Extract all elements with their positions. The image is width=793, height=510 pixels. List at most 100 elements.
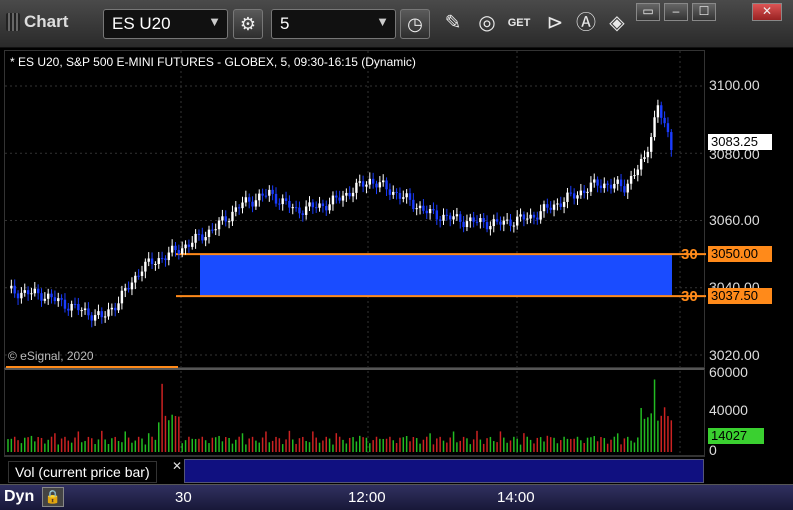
candle-body (660, 105, 663, 118)
dynamic-mode-label[interactable]: Dyn (4, 488, 34, 506)
candle-body (653, 117, 656, 138)
candle-body (114, 307, 117, 311)
copyright-text: © eSignal, 2020 (8, 349, 94, 363)
candle-body (328, 204, 331, 211)
candle-body (57, 298, 60, 302)
chart-canvas (5, 51, 706, 455)
candle-body (107, 309, 110, 317)
candle-body (304, 206, 308, 215)
candle-body (211, 229, 214, 231)
candle-body (26, 290, 30, 295)
candle-body (382, 180, 385, 183)
candle-body (542, 204, 546, 212)
candle-body (616, 179, 619, 184)
candle-body (455, 214, 459, 217)
price-label: 3100.00 (709, 77, 760, 93)
candle-body (405, 193, 408, 198)
symbol-info: * ES U20, S&P 500 E-MINI FUTURES - GLOBE… (10, 55, 416, 69)
candle-body (361, 181, 365, 187)
candle-body (345, 192, 348, 196)
candle-body (449, 215, 452, 220)
candle-body (268, 189, 271, 196)
candle-body (93, 315, 97, 321)
candle-body (70, 303, 73, 311)
time-axis[interactable]: Dyn 🔒 30 12:00 14:00 (0, 484, 793, 510)
candle-body (144, 261, 147, 272)
candle-body (516, 216, 519, 226)
candle-body (117, 303, 120, 311)
candle-body (579, 190, 583, 196)
candle-body (278, 203, 281, 205)
candle-body (110, 307, 114, 310)
candle-body (603, 183, 606, 189)
candle-body (438, 219, 442, 221)
candle-body (549, 207, 552, 210)
candle-body (251, 201, 254, 207)
candle-body (512, 225, 516, 227)
candle-body (348, 192, 351, 197)
candle-body (546, 204, 549, 208)
candle-body (425, 210, 428, 214)
candle-body (650, 137, 653, 152)
candle-body (87, 308, 90, 316)
last-price-tag: 3083.25 (708, 134, 772, 150)
candle-body (526, 218, 529, 220)
candle-body (284, 198, 288, 201)
candle-body (174, 245, 177, 251)
candle-body (566, 192, 569, 202)
candle-body (656, 105, 660, 118)
study-panel[interactable] (184, 459, 704, 483)
candle-body (509, 219, 512, 226)
candle-body (134, 275, 137, 283)
candle-body (435, 210, 438, 220)
candle-body (375, 183, 378, 188)
candle-body (137, 275, 140, 277)
volume-study-label[interactable]: Vol (current price bar) (8, 461, 157, 483)
candle-body (415, 208, 418, 210)
candle-body (639, 158, 643, 170)
candle-body (341, 195, 345, 201)
candle-body (73, 303, 77, 305)
candle-body (492, 219, 495, 227)
candle-body (288, 200, 291, 208)
candle-body (599, 185, 603, 189)
candle-body (60, 298, 63, 300)
candle-body (629, 175, 633, 184)
candle-body (191, 242, 194, 247)
candle-body (576, 195, 579, 199)
candle-body (308, 202, 311, 207)
volume-label: 0 (709, 442, 717, 458)
candle-body (30, 293, 33, 295)
candle-body (502, 220, 505, 225)
candle-body (90, 315, 93, 321)
candle-body (301, 213, 304, 215)
candle-body (197, 233, 201, 235)
candle-body (593, 179, 596, 183)
candle-body (50, 293, 53, 298)
candle-body (663, 117, 666, 124)
candle-body (100, 311, 103, 318)
candle-body (489, 226, 492, 230)
candle-body (485, 222, 489, 230)
candle-body (335, 195, 338, 198)
candle-body (248, 197, 251, 202)
candle-body (224, 216, 227, 222)
candle-body (633, 175, 636, 177)
time-label: 30 (175, 489, 192, 506)
candle-body (539, 211, 542, 220)
candle-body (221, 216, 224, 221)
candle-body (613, 183, 616, 189)
study-close-icon[interactable]: ✕ (172, 459, 182, 473)
candle-body (298, 207, 301, 214)
candle-body (331, 195, 335, 205)
candle-body (338, 197, 341, 201)
study-bar: Vol (current price bar) ✕ (4, 456, 705, 484)
candle-body (536, 217, 539, 220)
lock-icon[interactable]: 🔒 (42, 487, 64, 507)
candle-body (572, 193, 576, 199)
current-volume-tag: 14027 (708, 428, 764, 444)
candle-body (402, 197, 405, 199)
candle-body (522, 214, 526, 220)
candle-body (418, 205, 422, 209)
candle-body (103, 316, 107, 318)
